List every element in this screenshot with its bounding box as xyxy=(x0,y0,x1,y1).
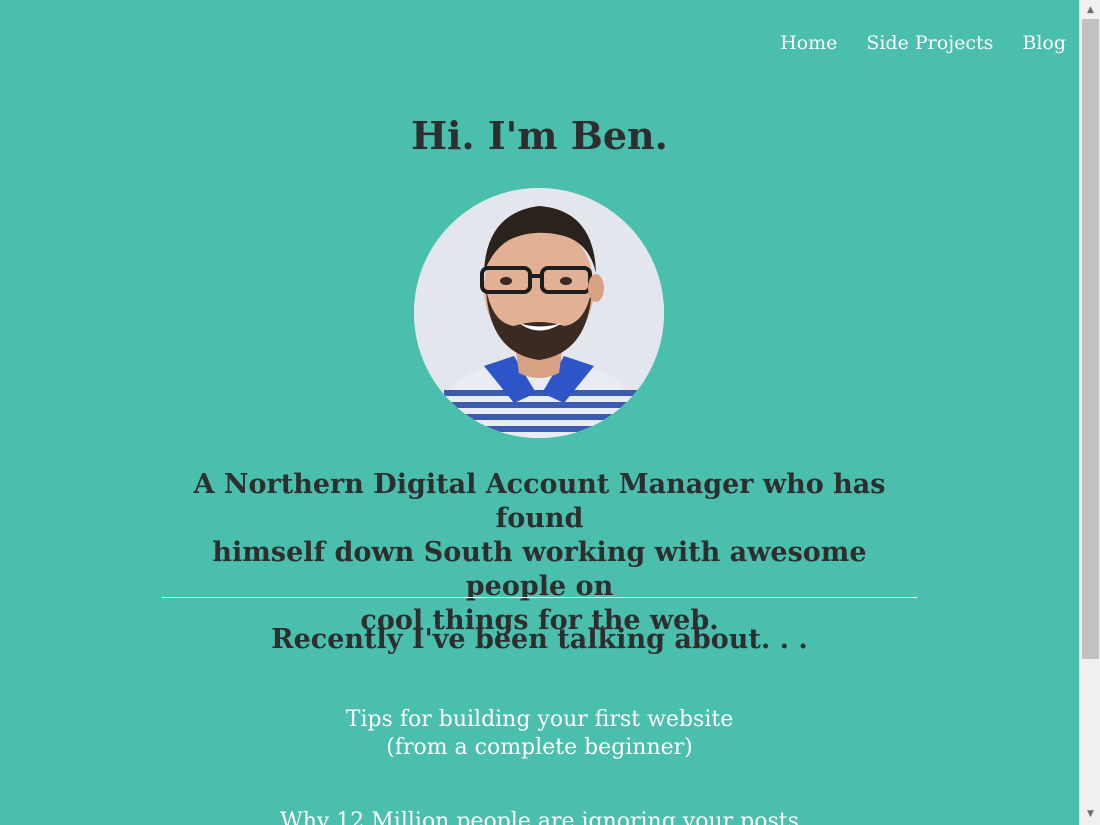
avatar xyxy=(414,188,664,438)
nav-home-link[interactable]: Home xyxy=(780,30,837,56)
recent-posts-heading: Recently I've been talking about. . . xyxy=(271,624,808,655)
page-title: Hi. I'm Ben. xyxy=(411,113,668,158)
intro-text: A Northern Digital Account Manager who h… xyxy=(160,468,919,638)
section-divider xyxy=(162,597,917,598)
nav-side-projects-link[interactable]: Side Projects xyxy=(866,30,993,56)
scroll-up-arrow-icon[interactable]: ▲ xyxy=(1080,2,1100,19)
recent-post-link[interactable]: Tips for building your first website (fr… xyxy=(0,706,1079,762)
recent-post-link[interactable]: Why 12 Million people are ignoring your … xyxy=(0,808,1079,825)
page: Home Side Projects Blog Hi. I'm Ben. A N… xyxy=(0,0,1079,825)
vertical-scrollbar[interactable]: ▲ ▼ xyxy=(1079,0,1100,825)
nav-blog-link[interactable]: Blog xyxy=(1022,30,1066,56)
scroll-down-arrow-icon[interactable]: ▼ xyxy=(1080,806,1100,823)
intro-line-2: himself down South working with awesome … xyxy=(212,537,867,602)
post-title-line-1: Tips for building your first website xyxy=(345,707,734,732)
post-title-line-1: Why 12 Million people are ignoring your … xyxy=(280,809,799,825)
profile-photo-icon xyxy=(414,188,664,438)
intro-line-1: A Northern Digital Account Manager who h… xyxy=(193,469,886,534)
top-nav: Home Side Projects Blog xyxy=(780,30,1066,56)
scrollbar-thumb[interactable] xyxy=(1082,19,1099,659)
post-title-line-2: (from a complete beginner) xyxy=(386,735,693,760)
